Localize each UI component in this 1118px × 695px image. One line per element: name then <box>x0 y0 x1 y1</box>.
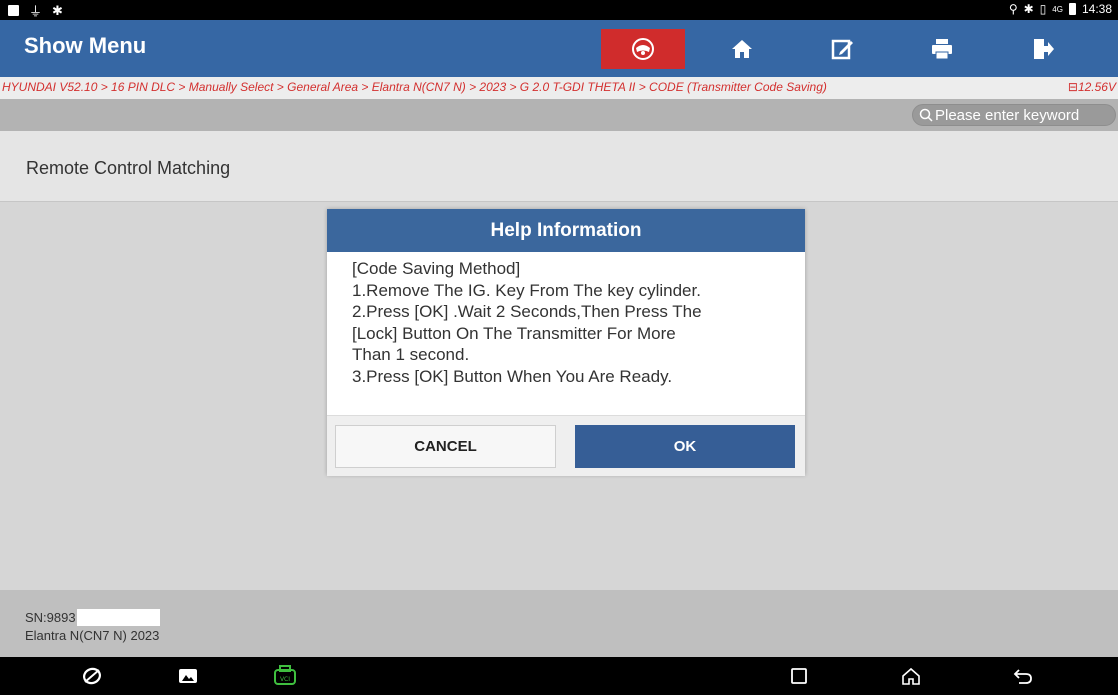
back-icon <box>1013 669 1032 684</box>
vibrate-icon: ▯ <box>1039 2 1047 16</box>
search-icon <box>919 108 933 122</box>
diagnose-icon <box>632 38 654 60</box>
list-item-label: Remote Control Matching <box>26 158 231 178</box>
edit-icon <box>831 39 853 60</box>
breadcrumb-path: HYUNDAI V52.10 > 16 PIN DLC > Manually S… <box>2 80 827 94</box>
page-title: Show Menu <box>24 33 147 58</box>
cancel-button[interactable]: CANCEL <box>335 425 556 468</box>
serial-number: SN:9893 <box>25 609 160 626</box>
notification-image-icon <box>8 5 19 16</box>
dialog-line: 3.Press [OK] Button When You Are Ready. <box>352 366 673 386</box>
battery-icon <box>1068 3 1076 15</box>
search-strip <box>0 99 1118 131</box>
exit-icon <box>1034 39 1054 59</box>
dialog-line: Than 1 second. <box>352 345 470 364</box>
location-icon: ⚲ <box>1008 2 1018 16</box>
clock: 14:38 <box>1081 2 1112 16</box>
signal-icon: 4G <box>1052 4 1063 14</box>
diagnose-button[interactable] <box>601 29 685 69</box>
vehicle-info-footer: SN:9893 Elantra N(CN7 N) 2023 <box>0 590 1118 657</box>
back-button[interactable] <box>1010 663 1036 689</box>
battery-voltage: ⊟12.56V <box>1067 80 1116 94</box>
recents-button[interactable] <box>786 663 812 689</box>
recents-icon <box>791 668 807 684</box>
dialog-title: Help Information <box>490 219 642 241</box>
dialog-line: [Lock] Button On The Transmitter For Mor… <box>352 323 676 343</box>
home-nav-button[interactable] <box>898 663 924 689</box>
print-icon <box>932 39 952 60</box>
navigation-bar: VCI <box>0 657 1118 695</box>
edit-button[interactable] <box>800 29 884 69</box>
gallery-button[interactable] <box>175 663 201 689</box>
home-button[interactable] <box>700 29 784 69</box>
redacted-block <box>76 609 160 626</box>
dialog-header: Help Information <box>327 209 805 252</box>
bluetooth-notification-icon: ✱ <box>52 2 63 18</box>
breadcrumb: HYUNDAI V52.10 > 16 PIN DLC > Manually S… <box>0 77 1118 99</box>
home-icon <box>732 40 752 58</box>
list-item[interactable]: Remote Control Matching <box>0 131 1118 202</box>
dialog-line: [Code Saving Method] <box>352 259 521 278</box>
usb-icon: ⏚ <box>29 4 43 19</box>
bluetooth-icon: ✱ <box>1023 2 1034 16</box>
exit-button[interactable] <box>1000 29 1084 69</box>
dialog-body: [Code Saving Method] 1.Remove The IG. Ke… <box>352 258 792 387</box>
browser-icon <box>83 667 101 685</box>
search-box[interactable] <box>912 104 1116 126</box>
status-bar: ⏚ ✱ ⚲ ✱ ▯ 4G 14:38 <box>0 0 1118 20</box>
title-bar: Show Menu <box>0 20 1118 77</box>
ok-button[interactable]: OK <box>575 425 795 468</box>
gallery-icon <box>179 669 197 683</box>
home-nav-icon <box>902 667 920 685</box>
search-input[interactable] <box>933 106 1115 124</box>
svg-text:VCI: VCI <box>280 676 290 683</box>
dialog-footer: CANCEL OK <box>327 415 805 476</box>
vci-icon: VCI <box>274 665 296 685</box>
vci-button[interactable]: VCI <box>272 663 298 689</box>
dialog-line: 1.Remove The IG. Key From The key cylind… <box>352 280 701 300</box>
vehicle-label: Elantra N(CN7 N) 2023 <box>25 628 160 643</box>
help-dialog: Help Information [Code Saving Method] 1.… <box>327 209 805 476</box>
print-button[interactable] <box>900 29 984 69</box>
browser-button[interactable] <box>79 663 105 689</box>
dialog-line: 2.Press [OK] .Wait 2 Seconds,Then Press … <box>352 302 702 321</box>
car-battery-icon: ⊟ <box>1067 80 1078 94</box>
